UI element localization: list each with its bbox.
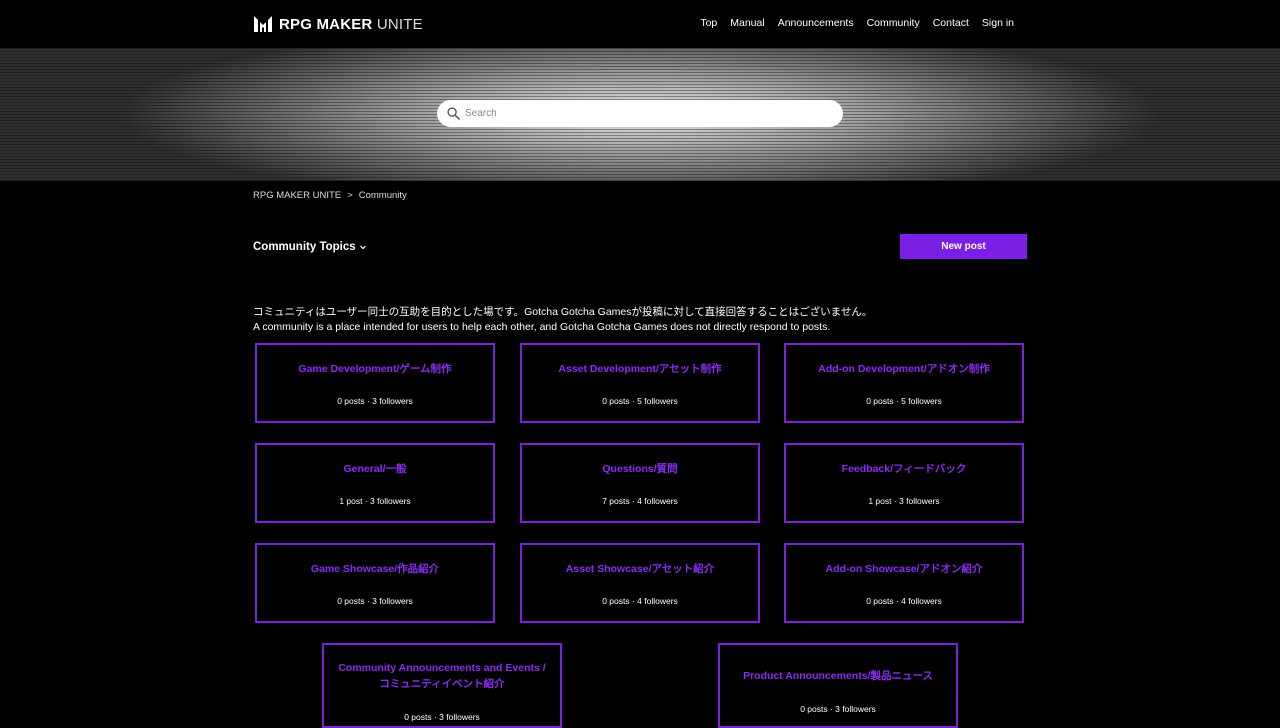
topic-stats: 1 post · 3 followers bbox=[339, 496, 411, 506]
search-input[interactable] bbox=[465, 108, 825, 119]
nav-community[interactable]: Community bbox=[867, 17, 920, 29]
community-topics-dropdown[interactable]: Community Topics bbox=[253, 241, 367, 253]
nav-contact[interactable]: Contact bbox=[933, 17, 969, 29]
topic-stats: 1 post · 3 followers bbox=[868, 496, 940, 506]
topic-title: Add-on Development/アドオン制作 bbox=[818, 363, 990, 375]
new-post-button[interactable]: New post bbox=[900, 234, 1027, 259]
chevron-down-icon bbox=[359, 245, 366, 250]
brand-name: RPG MAKER UNITE bbox=[279, 16, 423, 33]
topic-title: Questions/質問 bbox=[602, 463, 678, 475]
topic-title: Product Announcements/製品ニュース bbox=[743, 670, 933, 682]
topic-card-game-showcase[interactable]: Game Showcase/作品紹介 0 posts · 3 followers bbox=[255, 543, 495, 623]
topic-title: Asset Showcase/アセット紹介 bbox=[565, 563, 715, 575]
topic-stats: 0 posts · 3 followers bbox=[337, 396, 413, 406]
topic-card-addon-showcase[interactable]: Add-on Showcase/アドオン紹介 0 posts · 4 follo… bbox=[784, 543, 1024, 623]
topic-card-community-announcements[interactable]: Community Announcements and Events / コミュ… bbox=[322, 643, 562, 728]
topic-stats: 0 posts · 3 followers bbox=[800, 704, 876, 714]
main-nav: Top Manual Announcements Community Conta… bbox=[687, 17, 1014, 29]
topic-card-feedback[interactable]: Feedback/フィードバック 1 post · 3 followers bbox=[784, 443, 1024, 523]
breadcrumb: RPG MAKER UNITE > Community bbox=[253, 190, 407, 201]
search-icon bbox=[447, 107, 460, 120]
topic-stats: 0 posts · 4 followers bbox=[602, 596, 678, 606]
rpg-maker-logo-icon bbox=[254, 16, 272, 32]
topic-stats: 0 posts · 5 followers bbox=[602, 396, 678, 406]
nav-announcements[interactable]: Announcements bbox=[778, 17, 854, 29]
topic-stats: 0 posts · 3 followers bbox=[337, 596, 413, 606]
topic-stats: 0 posts · 5 followers bbox=[866, 396, 942, 406]
nav-sign-in[interactable]: Sign in bbox=[982, 17, 1014, 29]
brand-logo[interactable]: RPG MAKER UNITE bbox=[253, 13, 423, 35]
topic-card-addon-development[interactable]: Add-on Development/アドオン制作 0 posts · 5 fo… bbox=[784, 343, 1024, 423]
topic-stats: 7 posts · 4 followers bbox=[602, 496, 678, 506]
breadcrumb-separator: > bbox=[347, 190, 353, 201]
topic-card-asset-development[interactable]: Asset Development/アセット制作 0 posts · 5 fol… bbox=[520, 343, 760, 423]
community-notice: コミュニティはユーザー同士の互助を目的とした場です。Gotcha Gotcha … bbox=[253, 305, 872, 335]
search-bar[interactable] bbox=[437, 100, 843, 127]
topic-card-game-development[interactable]: Game Development/ゲーム制作 0 posts · 3 follo… bbox=[255, 343, 495, 423]
topic-title: General/一般 bbox=[343, 463, 407, 475]
brand-name-primary: RPG MAKER bbox=[279, 15, 373, 33]
nav-top[interactable]: Top bbox=[700, 17, 717, 29]
top-header: RPG MAKER UNITE Top Manual Announcements… bbox=[0, 0, 1280, 48]
brand-name-secondary: UNITE bbox=[376, 15, 423, 33]
topic-title: Feedback/フィードバック bbox=[841, 463, 967, 475]
breadcrumb-community[interactable]: Community bbox=[359, 190, 407, 201]
topic-title: Asset Development/アセット制作 bbox=[558, 363, 722, 375]
topic-title: Game Development/ゲーム制作 bbox=[298, 363, 452, 375]
topic-title: Community Announcements and Events / コミュ… bbox=[338, 662, 546, 690]
breadcrumb-home[interactable]: RPG MAKER UNITE bbox=[253, 190, 341, 201]
topic-title: Add-on Showcase/アドオン紹介 bbox=[825, 563, 983, 575]
topic-card-product-announcements[interactable]: Product Announcements/製品ニュース 0 posts · 3… bbox=[718, 643, 958, 728]
topic-card-asset-showcase[interactable]: Asset Showcase/アセット紹介 0 posts · 4 follow… bbox=[520, 543, 760, 623]
notice-english: A community is a place intended for user… bbox=[253, 321, 831, 333]
nav-manual[interactable]: Manual bbox=[730, 17, 764, 29]
topic-card-general[interactable]: General/一般 1 post · 3 followers bbox=[255, 443, 495, 523]
notice-japanese: コミュニティはユーザー同士の互助を目的とした場です。Gotcha Gotcha … bbox=[253, 306, 873, 318]
topic-card-questions[interactable]: Questions/質問 7 posts · 4 followers bbox=[520, 443, 760, 523]
topic-stats: 0 posts · 4 followers bbox=[866, 596, 942, 606]
topics-title-label: Community Topics bbox=[253, 241, 356, 253]
topic-title: Game Showcase/作品紹介 bbox=[310, 563, 440, 575]
topic-stats: 0 posts · 3 followers bbox=[404, 712, 480, 722]
